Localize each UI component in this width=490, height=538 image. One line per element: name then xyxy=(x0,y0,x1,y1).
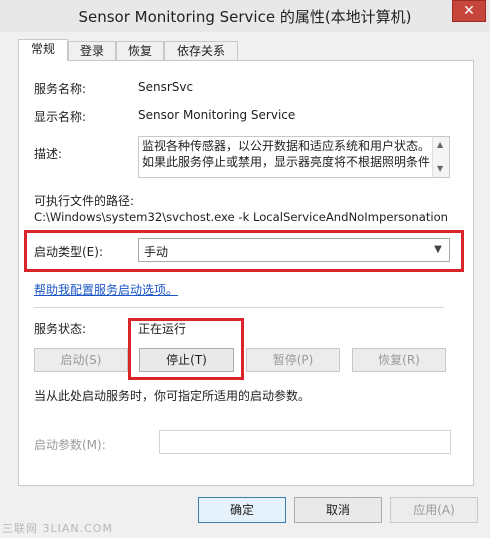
tab-general[interactable]: 常规 xyxy=(18,39,68,61)
start-button[interactable]: 启动(S) xyxy=(34,348,128,372)
apply-button[interactable]: 应用(A) xyxy=(390,497,478,523)
description-textbox[interactable]: 监视各种传感器，以公开数据和适应系统和用户状态。 如果此服务停止或禁用，显示器亮… xyxy=(138,136,450,178)
cancel-button[interactable]: 取消 xyxy=(294,497,382,523)
display-name-label: 显示名称: xyxy=(34,110,87,124)
title-bar[interactable]: Sensor Monitoring Service 的属性(本地计算机) ✕ xyxy=(0,0,490,32)
pause-button[interactable]: 暂停(P) xyxy=(246,348,340,372)
description-scrollbar[interactable]: ▲ ▼ xyxy=(432,137,449,177)
start-params-input[interactable] xyxy=(159,430,451,454)
tab-dependencies[interactable]: 依存关系 xyxy=(164,41,238,60)
general-panel xyxy=(18,60,474,486)
description-label: 描述: xyxy=(34,147,63,161)
display-name-value: Sensor Monitoring Service xyxy=(138,108,296,122)
startup-type-label: 启动类型(E): xyxy=(34,245,103,259)
ok-button[interactable]: 确定 xyxy=(198,497,286,523)
service-name-value: SensrSvc xyxy=(138,80,194,94)
service-name-label: 服务名称: xyxy=(34,82,87,96)
watermark: 三联网 3LIAN.COM xyxy=(2,522,113,535)
service-properties-dialog: Sensor Monitoring Service 的属性(本地计算机) ✕ 常… xyxy=(0,0,490,538)
service-status-label: 服务状态: xyxy=(34,322,87,336)
window-title: Sensor Monitoring Service 的属性(本地计算机) xyxy=(78,8,412,26)
resume-button[interactable]: 恢复(R) xyxy=(352,348,446,372)
start-params-hint: 当从此处启动服务时，你可指定所适用的启动参数。 xyxy=(34,389,311,403)
tab-recovery[interactable]: 恢复 xyxy=(116,41,164,60)
exe-path-label: 可执行文件的路径: xyxy=(34,194,135,208)
close-icon: ✕ xyxy=(463,3,475,19)
stop-button-highlight xyxy=(128,318,244,380)
description-text: 监视各种传感器，以公开数据和适应系统和用户状态。 如果此服务停止或禁用，显示器亮… xyxy=(142,139,431,169)
scroll-up-icon[interactable]: ▲ xyxy=(437,140,443,149)
scroll-down-icon[interactable]: ▼ xyxy=(437,164,443,173)
help-configure-link[interactable]: 帮助我配置服务启动选项。 xyxy=(34,281,178,298)
chevron-down-icon[interactable]: ▼ xyxy=(430,241,446,259)
startup-type-value: 手动 xyxy=(144,245,169,259)
divider xyxy=(34,307,444,308)
close-button[interactable]: ✕ xyxy=(452,0,486,22)
exe-path-value: C:\Windows\system32\svchost.exe -k Local… xyxy=(34,210,449,224)
start-params-label: 启动参数(M): xyxy=(34,438,106,452)
startup-type-select[interactable]: 手动 ▼ xyxy=(138,238,450,262)
tab-logon[interactable]: 登录 xyxy=(68,41,116,60)
